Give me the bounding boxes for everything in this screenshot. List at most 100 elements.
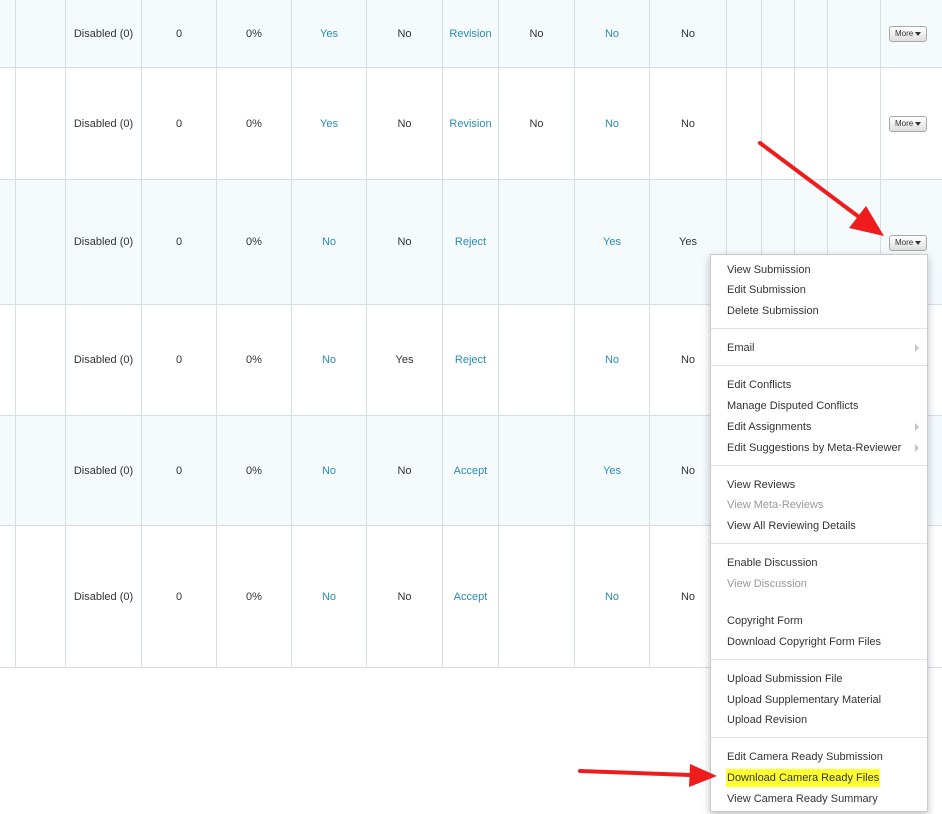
table-cell: No: [650, 68, 727, 179]
table-cell: 0: [142, 0, 217, 67]
table-cell: [795, 0, 828, 67]
table-cell: 0%: [217, 68, 292, 179]
table-row: Disabled (0) 0 0% Yes No Revision No No No More: [0, 0, 942, 68]
table-cell: Disabled (0): [66, 0, 142, 67]
table-cell: No: [650, 0, 727, 67]
table-cell[interactable]: Accept: [443, 416, 499, 525]
table-cell: [0, 305, 16, 415]
table-cell: No: [499, 0, 575, 67]
table-cell: 0: [142, 305, 217, 415]
table-cell[interactable]: No: [575, 305, 650, 415]
table-cell: 0: [142, 180, 217, 304]
menu-item-download-copyright-form-files[interactable]: Download Copyright Form Files: [727, 633, 881, 651]
table-cell: Disabled (0): [66, 180, 142, 304]
caret-down-icon: [915, 122, 921, 126]
table-cell: Disabled (0): [66, 305, 142, 415]
table-cell: [16, 0, 66, 67]
menu-item-edit-submission[interactable]: Edit Submission: [727, 281, 806, 299]
table-cell: [727, 0, 762, 67]
table-cell[interactable]: Reject: [443, 180, 499, 304]
menu-item-upload-submission-file[interactable]: Upload Submission File: [727, 670, 843, 688]
table-cell: 0%: [217, 180, 292, 304]
submenu-chevron-icon: [915, 423, 919, 431]
table-cell: [727, 68, 762, 179]
menu-item-view-camera-ready-summary[interactable]: View Camera Ready Summary: [727, 790, 878, 808]
table-cell[interactable]: Revision: [443, 68, 499, 179]
menu-item-view-meta-reviews: View Meta-Reviews: [727, 499, 824, 511]
menu-item-edit-camera-ready-submission[interactable]: Edit Camera Ready Submission: [727, 748, 883, 766]
more-button-label: More: [895, 119, 914, 128]
table-cell: Yes: [367, 305, 443, 415]
menu-item-view-discussion: View Discussion: [727, 578, 807, 590]
table-cell[interactable]: Yes: [292, 68, 367, 179]
menu-item-edit-conflicts[interactable]: Edit Conflicts: [727, 376, 791, 394]
table-cell: No: [367, 416, 443, 525]
menu-divider: [711, 465, 927, 466]
menu-divider: [711, 659, 927, 660]
table-cell[interactable]: No: [575, 0, 650, 67]
table-cell: [0, 0, 16, 67]
table-cell: [795, 68, 828, 179]
table-cell: [762, 68, 795, 179]
table-cell: Disabled (0): [66, 68, 142, 179]
caret-down-icon: [915, 241, 921, 245]
table-cell: 0: [142, 416, 217, 525]
table-cell: [16, 416, 66, 525]
table-cell: [16, 180, 66, 304]
table-cell[interactable]: Yes: [575, 180, 650, 304]
menu-item-view-submission[interactable]: View Submission: [727, 261, 811, 279]
table-cell: [0, 526, 16, 667]
menu-item-email[interactable]: Email: [727, 339, 755, 357]
menu-item-edit-suggestions-by-meta-reviewer[interactable]: Edit Suggestions by Meta-Reviewer: [727, 439, 901, 457]
menu-divider: [711, 365, 927, 366]
menu-item-enable-discussion[interactable]: Enable Discussion: [727, 554, 818, 572]
menu-item-upload-revision[interactable]: Upload Revision: [727, 711, 807, 729]
table-cell: [762, 0, 795, 67]
table-cell: 0%: [217, 416, 292, 525]
table-cell: [0, 180, 16, 304]
table-cell: 0%: [217, 0, 292, 67]
table-cell: [0, 68, 16, 179]
menu-item-edit-assignments[interactable]: Edit Assignments: [727, 418, 811, 436]
table-cell: No: [499, 68, 575, 179]
table-cell[interactable]: Accept: [443, 526, 499, 667]
menu-item-delete-submission[interactable]: Delete Submission: [727, 302, 819, 320]
menu-item-upload-supplementary-material[interactable]: Upload Supplementary Material: [727, 691, 881, 709]
table-cell: [0, 416, 16, 525]
table-cell[interactable]: Reject: [443, 305, 499, 415]
table-cell[interactable]: No: [575, 526, 650, 667]
table-cell: Disabled (0): [66, 416, 142, 525]
menu-item-copyright-form[interactable]: Copyright Form: [727, 612, 803, 630]
table-cell[interactable]: Yes: [575, 416, 650, 525]
table-cell: 0%: [217, 305, 292, 415]
table-cell: [499, 180, 575, 304]
table-cell[interactable]: No: [575, 68, 650, 179]
table-cell[interactable]: Revision: [443, 0, 499, 67]
table-cell: 0: [142, 526, 217, 667]
submenu-chevron-icon: [915, 444, 919, 452]
menu-item-view-reviews[interactable]: View Reviews: [727, 476, 795, 494]
more-button[interactable]: More: [889, 235, 927, 251]
menu-item-download-camera-ready-files[interactable]: Download Camera Ready Files: [726, 769, 881, 787]
table-cell: [499, 526, 575, 667]
table-row: Disabled (0) 0 0% Yes No Revision No No No More: [0, 68, 942, 180]
table-cell[interactable]: Yes: [292, 0, 367, 67]
table-cell[interactable]: No: [292, 416, 367, 525]
table-cell: No: [367, 0, 443, 67]
table-cell: 0: [142, 68, 217, 179]
table-cell[interactable]: No: [292, 180, 367, 304]
more-button-label: More: [895, 29, 914, 38]
more-button[interactable]: More: [889, 116, 927, 132]
table-cell: [828, 0, 881, 67]
more-button[interactable]: More: [889, 26, 927, 42]
table-cell[interactable]: No: [292, 526, 367, 667]
table-cell: [499, 305, 575, 415]
table-cell[interactable]: No: [292, 305, 367, 415]
menu-item-manage-disputed-conflicts[interactable]: Manage Disputed Conflicts: [727, 397, 858, 415]
submenu-chevron-icon: [915, 344, 919, 352]
caret-down-icon: [915, 32, 921, 36]
table-cell: No: [367, 526, 443, 667]
menu-item-view-all-reviewing-details[interactable]: View All Reviewing Details: [727, 517, 856, 535]
table-cell: [16, 526, 66, 667]
table-cell: No: [367, 180, 443, 304]
